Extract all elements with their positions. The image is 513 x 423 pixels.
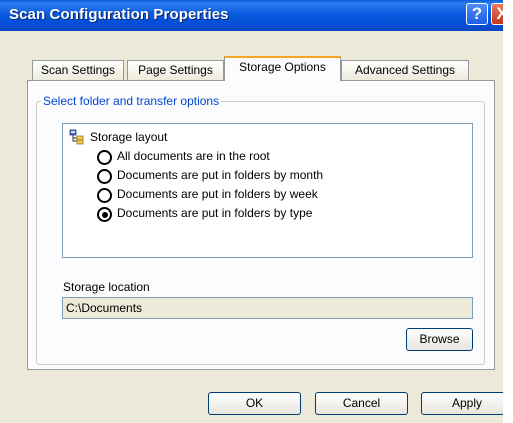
dialog-window: Scan Configuration Properties ? X Scan S…: [0, 0, 513, 423]
radio-button[interactable]: [97, 150, 112, 165]
radio-button[interactable]: [97, 169, 112, 184]
tab-advanced-settings[interactable]: Advanced Settings: [341, 60, 469, 81]
window-title: Scan Configuration Properties: [9, 6, 229, 23]
radio-label: Documents are put in folders by type: [117, 206, 313, 220]
storage-location-field[interactable]: C:\Documents: [62, 297, 473, 319]
window-edge: [503, 0, 513, 423]
title-bar[interactable]: Scan Configuration Properties ? X: [0, 0, 513, 31]
storage-layout-label: Storage layout: [90, 130, 168, 144]
tab-storage-options[interactable]: Storage Options: [224, 56, 341, 81]
storage-location-label: Storage location: [63, 280, 150, 294]
radio-button[interactable]: [97, 188, 112, 203]
folder-tree-icon: [69, 129, 84, 145]
browse-button[interactable]: Browse: [406, 328, 473, 351]
group-label: Select folder and transfer options: [41, 94, 222, 108]
tab-scan-settings[interactable]: Scan Settings: [32, 60, 124, 81]
ok-button[interactable]: OK: [208, 392, 301, 415]
radio-button-selected[interactable]: [97, 207, 112, 222]
tab-page-settings[interactable]: Page Settings: [127, 60, 224, 81]
radio-label: Documents are put in folders by month: [117, 168, 324, 182]
help-button[interactable]: ?: [466, 3, 488, 25]
cancel-button[interactable]: Cancel: [315, 392, 408, 415]
radio-label: Documents are put in folders by week: [117, 187, 318, 201]
radio-label: All documents are in the root: [117, 149, 270, 163]
apply-button[interactable]: Apply: [421, 392, 513, 415]
help-icon: ?: [471, 4, 483, 23]
